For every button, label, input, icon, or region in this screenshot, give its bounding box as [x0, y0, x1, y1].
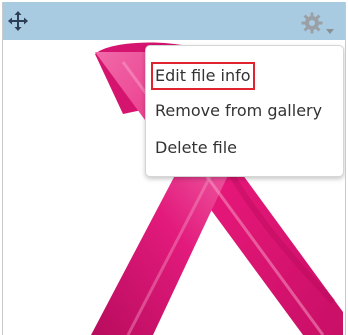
menu-item-edit-file-info[interactable]: Edit file info	[151, 62, 255, 90]
menu-item-delete-file[interactable]: Delete file	[155, 138, 237, 158]
gear-icon	[300, 11, 324, 35]
caret-down-icon	[325, 21, 335, 34]
gallery-item-card: Edit file info Remove from gallery Delet…	[2, 2, 346, 335]
image-toolbar	[3, 2, 345, 40]
move-icon[interactable]	[8, 11, 28, 31]
item-actions-button[interactable]	[300, 10, 342, 35]
item-actions-menu: Edit file info Remove from gallery Delet…	[145, 45, 344, 177]
menu-item-remove-from-gallery[interactable]: Remove from gallery	[155, 101, 322, 121]
